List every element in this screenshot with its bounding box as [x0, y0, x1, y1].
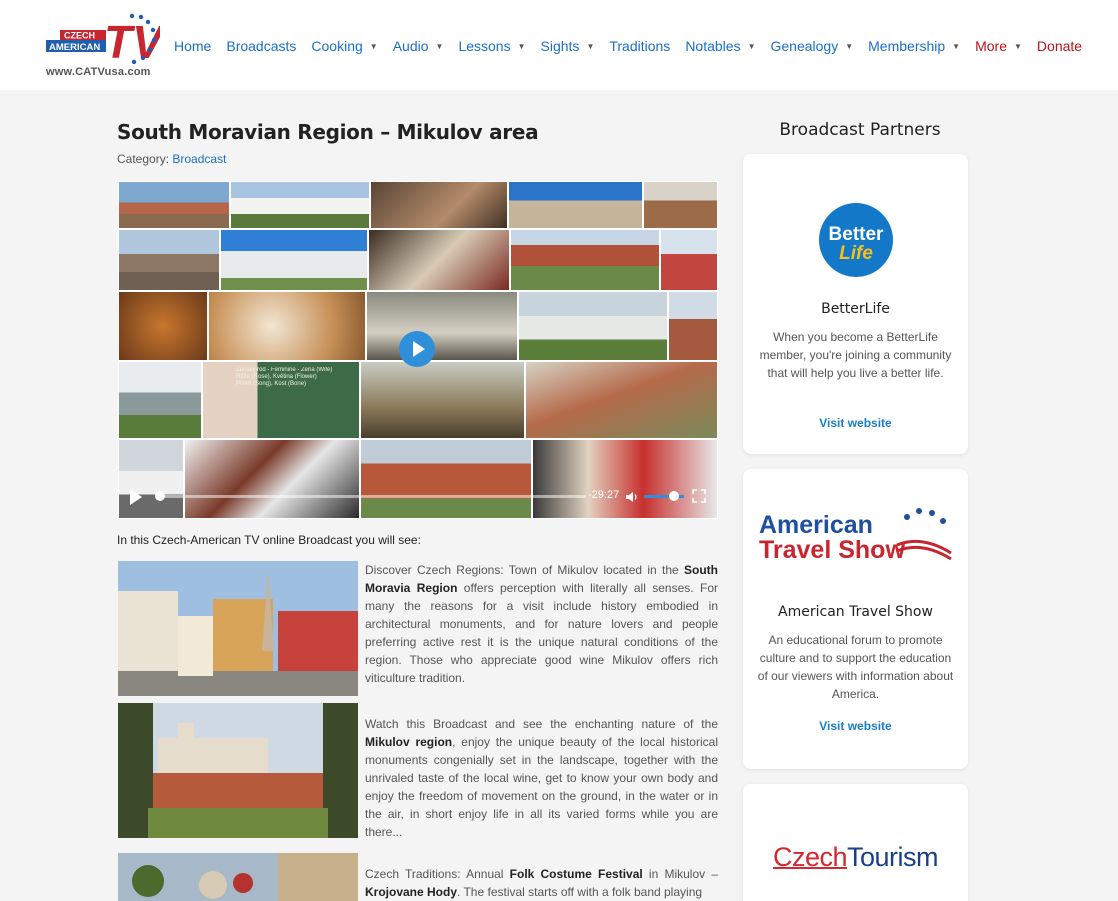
nav-label: Notables	[685, 38, 741, 54]
play-icon[interactable]	[130, 489, 142, 505]
nav-item-membership[interactable]: Membership ▼	[868, 38, 960, 54]
folk-festival-image	[118, 853, 358, 901]
nav-item-audio[interactable]: Audio ▼	[393, 38, 444, 54]
caret-down-icon: ▼	[369, 41, 378, 51]
video-progress-bar[interactable]	[156, 495, 586, 498]
nav-item-more[interactable]: More ▼	[975, 38, 1022, 54]
caret-down-icon: ▼	[952, 41, 961, 51]
betterlife-logo-line2: Life	[839, 243, 873, 264]
nav-label: Membership	[868, 38, 946, 54]
visit-website-link[interactable]: Visit website	[743, 416, 968, 430]
para-bold: Folk Costume Festival	[509, 867, 643, 881]
page-title: South Moravian Region – Mikulov area	[117, 120, 539, 144]
fullscreen-icon[interactable]	[692, 489, 706, 503]
nav-label: Audio	[392, 38, 429, 54]
visit-website-link[interactable]: Visit website	[743, 719, 968, 733]
volume-handle[interactable]	[669, 491, 679, 501]
caret-down-icon: ▼	[747, 41, 756, 51]
ats-logo-line2: Travel Show	[759, 536, 905, 564]
czechtourism-logo[interactable]: CzechTourism	[743, 842, 968, 873]
betterlife-logo-line1: Better	[829, 224, 885, 245]
paragraph-traditions: Czech Traditions: Annual Folk Costume Fe…	[365, 865, 718, 901]
mikulov-castle-image	[118, 703, 358, 838]
logo-american-text: AMERICAN	[49, 42, 100, 53]
site-header: CZECH AMERICAN TV www.CATVusa.com Home B…	[0, 0, 1118, 90]
czechtourism-logo-part1: Czech	[772, 842, 848, 872]
category-link[interactable]: Broadcast	[172, 152, 226, 166]
ats-logo-line1: American	[759, 511, 873, 539]
big-play-button[interactable]	[399, 331, 435, 367]
nav-label: Cooking	[311, 38, 363, 54]
para-text: . The festival starts off with a folk ba…	[457, 885, 703, 899]
caret-down-icon: ▼	[1014, 41, 1022, 51]
nav-item-broadcasts[interactable]: Broadcasts	[226, 38, 296, 54]
para-text: Discover Czech Regions: Town of Mikulov …	[365, 563, 684, 577]
nav-item-home[interactable]: Home	[174, 38, 211, 54]
nav-label: Sights	[540, 38, 580, 54]
czechtourism-logo-part2: Tourism	[847, 842, 939, 872]
caret-down-icon: ▼	[435, 41, 444, 51]
sidebar-title: Broadcast Partners	[779, 120, 941, 140]
nav-item-lessons[interactable]: Lessons ▼	[458, 38, 525, 54]
broadcast-intro: In this Czech-American TV online Broadca…	[117, 533, 421, 547]
betterlife-logo[interactable]: Better Life	[818, 202, 894, 278]
nav-item-donate[interactable]: Donate	[1037, 38, 1082, 54]
nav-label: Genealogy	[770, 38, 839, 54]
video-controls: -29:27	[118, 479, 718, 519]
nav-item-notables[interactable]: Notables ▼	[685, 38, 755, 54]
nav-label: More	[975, 38, 1007, 54]
para-bold: Krojovane Hody	[365, 885, 458, 899]
paragraph-watch: Watch this Broadcast and see the enchant…	[365, 715, 718, 841]
mikulov-square-image	[118, 561, 358, 696]
logo-tv-text: TV	[104, 16, 160, 66]
caret-down-icon: ▼	[586, 41, 595, 51]
nav-label: Donate	[1036, 38, 1083, 54]
category-prefix: Category:	[117, 152, 173, 166]
nav-item-cooking[interactable]: Cooking ▼	[311, 38, 377, 54]
nav-label: Lessons	[458, 38, 511, 54]
partner-description: When you become a BetterLife member, you…	[759, 330, 952, 380]
category-line: Category: Broadcast	[117, 152, 226, 166]
para-text: offers perception with literally all sen…	[365, 581, 718, 685]
para-text: , enjoy the unique beauty of the local h…	[365, 735, 718, 839]
paragraph-discover: Discover Czech Regions: Town of Mikulov …	[365, 561, 718, 687]
logo-url-text: www.CATVusa.com	[46, 66, 151, 78]
partner-card-american-travel-show: American Travel Show American Travel Sho…	[743, 469, 968, 769]
para-text: in Mikulov –	[642, 867, 718, 881]
nav-label: Broadcasts	[226, 38, 297, 54]
video-player[interactable]: Ženský rod - Feminine - Žena (Wife) Růže…	[118, 181, 718, 519]
nav-item-sights[interactable]: Sights ▼	[541, 38, 595, 54]
caret-down-icon: ▼	[845, 41, 854, 51]
partner-card-betterlife: Better Life BetterLife When you become a…	[743, 154, 968, 454]
logo-czech-text: CZECH	[64, 31, 95, 41]
caret-down-icon: ▼	[517, 41, 526, 51]
nav-label: Home	[174, 38, 212, 54]
partner-name: American Travel Show	[778, 604, 933, 620]
partner-description: An educational forum to promote culture …	[757, 633, 954, 701]
video-progress-handle[interactable]	[155, 491, 166, 501]
volume-icon[interactable]	[625, 490, 639, 504]
chalkboard-text: Ženský rod - Feminine - Žena (Wife) Růže…	[236, 367, 333, 387]
para-text: Czech Traditions: Annual	[365, 867, 510, 881]
american-travel-show-logo[interactable]: American Travel Show	[757, 505, 957, 565]
partner-name: BetterLife	[821, 301, 890, 317]
partner-card-czechtourism: CzechTourism	[743, 784, 968, 901]
main-nav: Home Broadcasts Cooking ▼ Audio ▼ Lessons ▼…	[174, 36, 1082, 56]
catv-logo-graphic: CZECH AMERICAN TV	[46, 13, 166, 68]
nav-label: Traditions	[609, 38, 671, 54]
para-bold: Mikulov region	[365, 735, 453, 749]
para-text: Watch this Broadcast and see the enchant…	[365, 717, 718, 731]
nav-item-traditions[interactable]: Traditions	[609, 38, 670, 54]
nav-item-genealogy[interactable]: Genealogy ▼	[771, 38, 854, 54]
video-time-remaining: -29:27	[588, 489, 620, 501]
site-logo[interactable]: CZECH AMERICAN TV www.CATVusa.com	[44, 8, 166, 82]
